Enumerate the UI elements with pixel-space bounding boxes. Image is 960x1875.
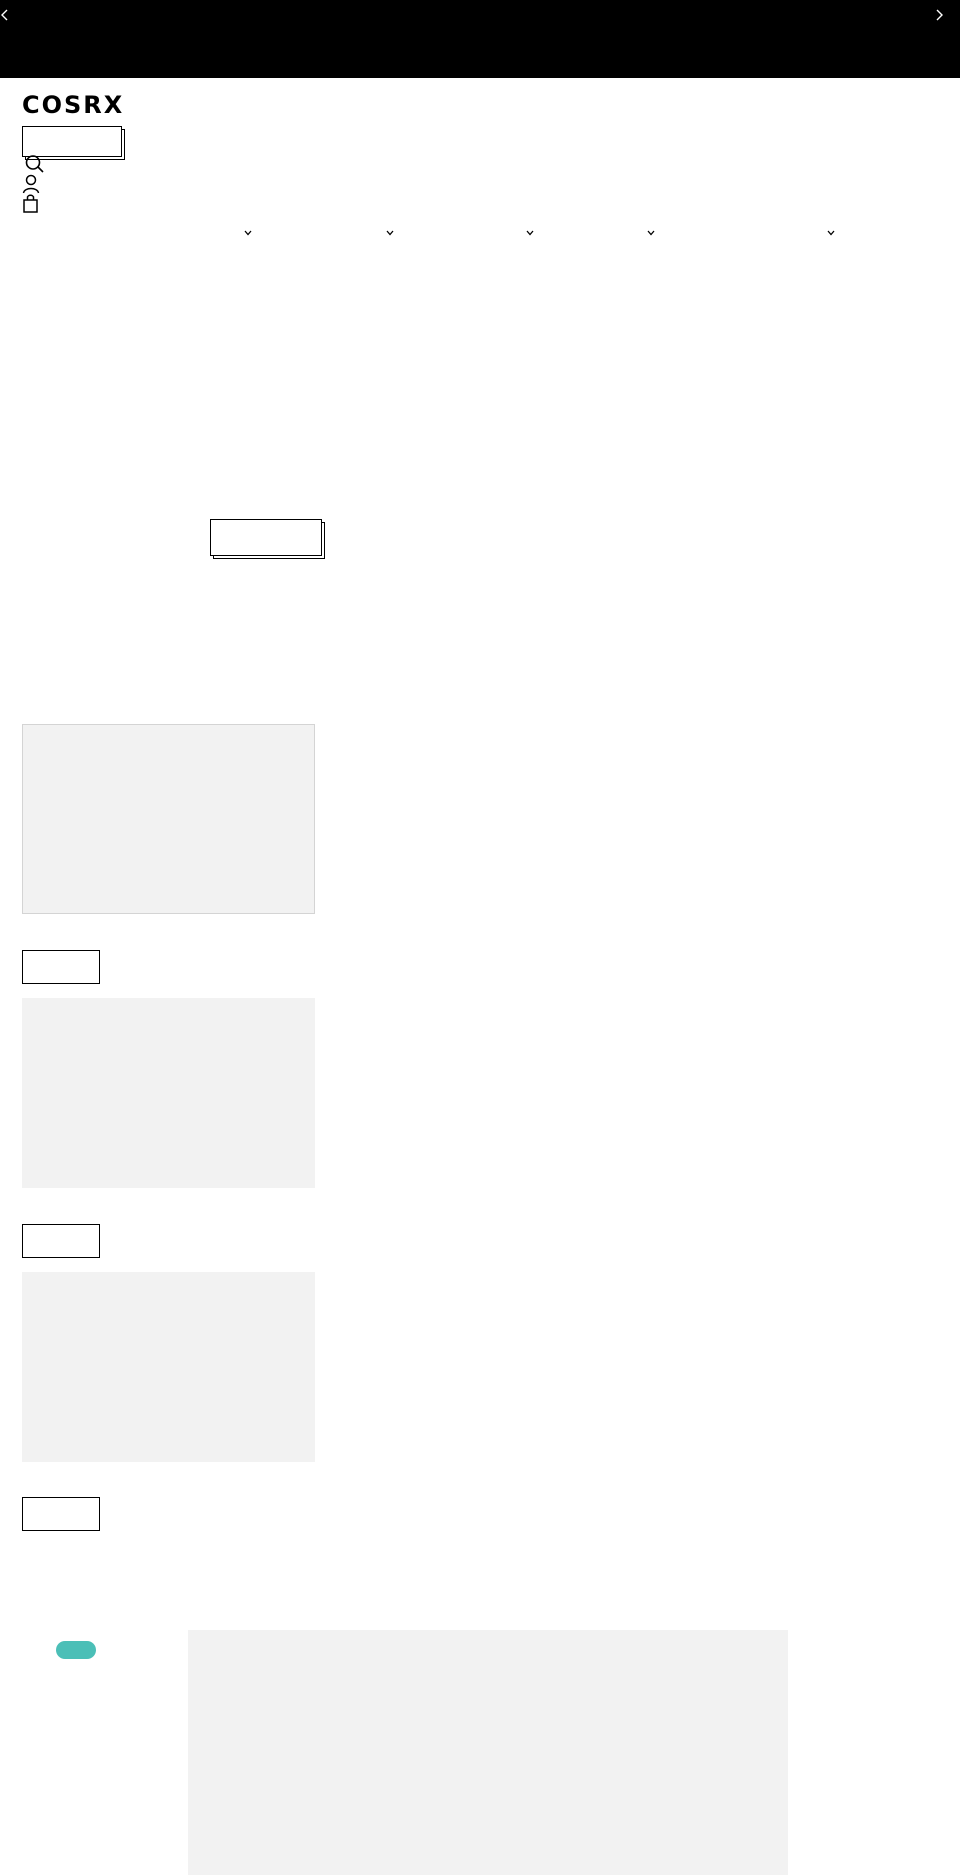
product-image-3[interactable] <box>22 1272 315 1462</box>
cart-icon[interactable] <box>22 193 40 213</box>
product-button-1[interactable] <box>22 950 100 984</box>
search-icon[interactable] <box>24 154 46 174</box>
announcement-bar <box>0 0 960 78</box>
logo[interactable]: COSRX <box>22 90 124 120</box>
product-button-3[interactable] <box>22 1497 100 1531</box>
nav-dropdown-5-chevron-down-icon[interactable] <box>826 228 836 238</box>
product-image-2[interactable] <box>22 998 315 1188</box>
product-button-2[interactable] <box>22 1224 100 1258</box>
feature-image <box>188 1630 788 1875</box>
nav-dropdown-1-chevron-down-icon[interactable] <box>243 228 253 238</box>
account-icon[interactable] <box>22 174 40 194</box>
nav-dropdown-4-chevron-down-icon[interactable] <box>646 228 656 238</box>
nav-dropdown-2-chevron-down-icon[interactable] <box>385 228 395 238</box>
hero-cta-button[interactable] <box>210 519 322 556</box>
chevron-right-icon[interactable] <box>934 6 950 24</box>
chevron-left-icon[interactable] <box>0 6 16 24</box>
product-image-1[interactable] <box>22 724 315 914</box>
nav-dropdown-3-chevron-down-icon[interactable] <box>525 228 535 238</box>
header-button[interactable] <box>22 126 122 157</box>
feature-badge <box>56 1641 96 1659</box>
